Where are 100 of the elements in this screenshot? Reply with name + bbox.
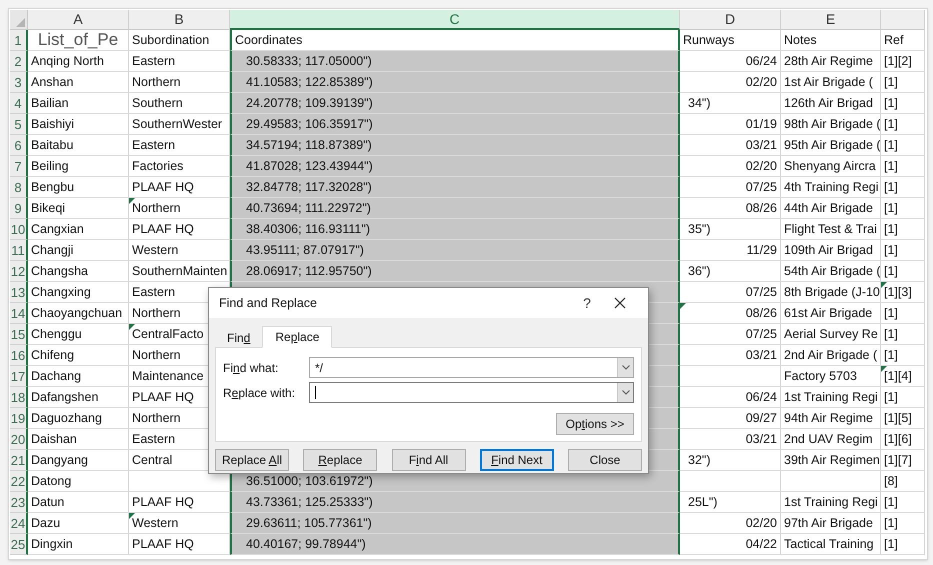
row-header[interactable]: 10	[10, 219, 28, 240]
dialog-button[interactable]: Replace All	[215, 449, 289, 471]
table-cell: Baitabu	[28, 135, 129, 156]
row-header[interactable]: 11	[10, 240, 28, 261]
table-cell: 1st Training Regi	[781, 492, 881, 513]
row-header[interactable]: 9	[10, 198, 28, 219]
table-cell: 2nd Air Brigade (	[781, 345, 881, 366]
table-cell: 29.49583; 106.35917")	[230, 114, 680, 135]
table-cell: Factory 5703	[781, 366, 881, 387]
table-cell: Baishiyi	[28, 114, 129, 135]
help-button[interactable]: ?	[572, 291, 602, 315]
table-cell: [8]	[881, 471, 925, 492]
row-header[interactable]: 20	[10, 429, 28, 450]
table-cell: 35")	[680, 219, 781, 240]
row-header[interactable]: 23	[10, 492, 28, 513]
table-cell: [1][6]	[881, 429, 925, 450]
table-cell: Changxing	[28, 282, 129, 303]
table-cell: Notes	[781, 30, 881, 51]
table-cell: PLAAF HQ	[129, 219, 230, 240]
row-header[interactable]: 24	[10, 513, 28, 534]
dialog-tab[interactable]: Replace	[262, 326, 332, 348]
table-cell: 02/20	[680, 513, 781, 534]
table-cell: 02/20	[680, 156, 781, 177]
table-cell: 08/26	[680, 303, 781, 324]
table-cell: Bengbu	[28, 177, 129, 198]
row-header[interactable]: 22	[10, 471, 28, 492]
table-cell: 29.63611; 105.77361")	[230, 513, 680, 534]
table-cell: Beiling	[28, 156, 129, 177]
table-cell: [1]	[881, 345, 925, 366]
table-cell: [1]	[881, 177, 925, 198]
table-cell: Chaoyangchuan	[28, 303, 129, 324]
table-cell: Daguozhang	[28, 408, 129, 429]
row-header[interactable]: 15	[10, 324, 28, 345]
table-cell: 01/19	[680, 114, 781, 135]
table-cell: Coordinates	[230, 30, 680, 51]
column-header[interactable]: B	[129, 10, 230, 30]
table-cell: 06/24	[680, 51, 781, 72]
dropdown-icon[interactable]	[617, 383, 633, 402]
table-cell: Cangxian	[28, 219, 129, 240]
table-cell: [1]	[881, 93, 925, 114]
table-cell: Tactical Training	[781, 534, 881, 555]
combo-field[interactable]: */	[309, 357, 634, 378]
table-cell: PLAAF HQ	[129, 492, 230, 513]
column-header[interactable]: D	[680, 10, 781, 30]
table-cell: 41.10583; 122.85389")	[230, 72, 680, 93]
table-cell: PLAAF HQ	[129, 177, 230, 198]
table-cell: [1]	[881, 303, 925, 324]
row-header[interactable]: 2	[10, 51, 28, 72]
column-header[interactable]: E	[781, 10, 881, 30]
row-header[interactable]: 13	[10, 282, 28, 303]
table-cell: Eastern	[129, 135, 230, 156]
row-header[interactable]: 4	[10, 93, 28, 114]
combo-field[interactable]	[309, 382, 634, 403]
row-header[interactable]: 7	[10, 156, 28, 177]
row-header[interactable]: 17	[10, 366, 28, 387]
table-cell: SouthernWester	[129, 114, 230, 135]
row-header[interactable]: 19	[10, 408, 28, 429]
dropdown-icon[interactable]	[617, 358, 633, 377]
table-cell: Chifeng	[28, 345, 129, 366]
row-header[interactable]: 14	[10, 303, 28, 324]
column-header[interactable]: C	[230, 10, 680, 30]
table-cell: Northern	[129, 198, 230, 219]
table-cell: 03/21	[680, 345, 781, 366]
row-header[interactable]: 21	[10, 450, 28, 471]
table-cell: 30.58333; 117.05000")	[230, 51, 680, 72]
table-cell: Shenyang Aircra	[781, 156, 881, 177]
table-cell: Daishan	[28, 429, 129, 450]
dialog-button[interactable]: Find Next	[480, 449, 554, 471]
table-cell: Ref	[881, 30, 925, 51]
table-cell: Dangyang	[28, 450, 129, 471]
table-cell: 34")	[680, 93, 781, 114]
table-cell: 94th Air Regime	[781, 408, 881, 429]
column-header[interactable]: A	[28, 10, 129, 30]
options-button[interactable]: Options >>	[556, 413, 634, 435]
row-header[interactable]: 16	[10, 345, 28, 366]
row-header[interactable]: 25	[10, 534, 28, 555]
dialog-button[interactable]: Replace	[303, 449, 378, 471]
row-header[interactable]: 5	[10, 114, 28, 135]
table-cell: [1]	[881, 492, 925, 513]
row-header[interactable]: 18	[10, 387, 28, 408]
row-header[interactable]: 1	[10, 30, 28, 51]
dialog-button[interactable]: Find All	[392, 449, 466, 471]
dialog-button[interactable]: Close	[568, 449, 642, 471]
table-cell: 8th Brigade (J-10	[781, 282, 881, 303]
table-cell: 28.06917; 112.95750")	[230, 261, 680, 282]
table-cell: 02/20	[680, 72, 781, 93]
table-cell: PLAAF HQ	[129, 534, 230, 555]
table-cell: 2nd UAV Regim	[781, 429, 881, 450]
table-cell: [1]	[881, 114, 925, 135]
table-cell: 07/25	[680, 177, 781, 198]
table-cell: Bailian	[28, 93, 129, 114]
table-cell: Dachang	[28, 366, 129, 387]
row-header[interactable]: 12	[10, 261, 28, 282]
table-cell: 32.84778; 117.32028")	[230, 177, 680, 198]
row-header[interactable]: 8	[10, 177, 28, 198]
table-cell: [1]	[881, 240, 925, 261]
row-header[interactable]: 6	[10, 135, 28, 156]
table-cell: [1]	[881, 135, 925, 156]
row-header[interactable]: 3	[10, 72, 28, 93]
table-cell: 61st Air Brigade	[781, 303, 881, 324]
